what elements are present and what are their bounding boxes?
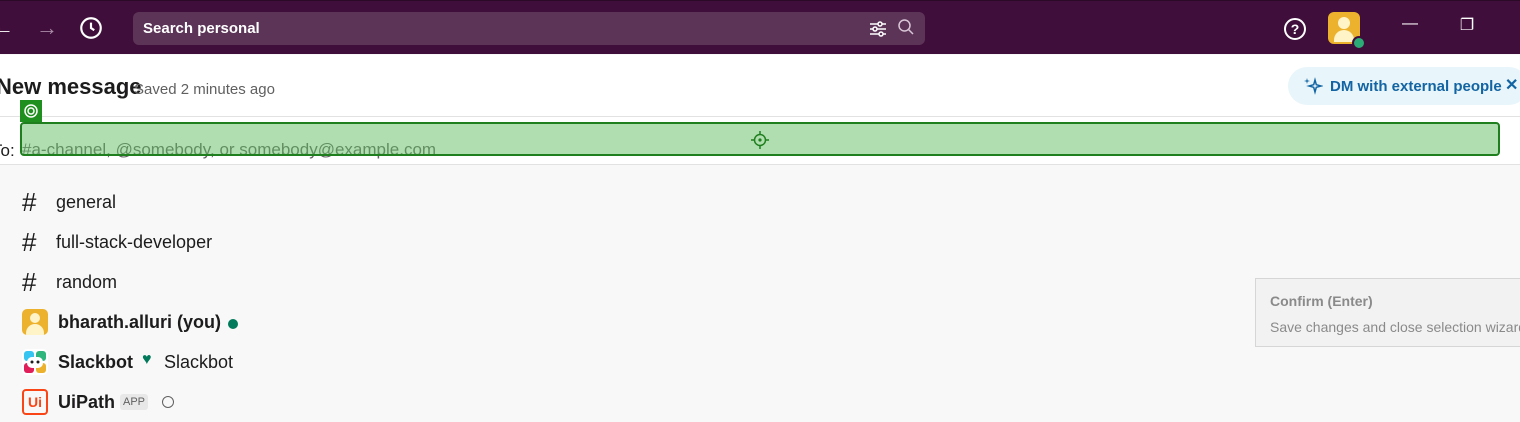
dm-pill-label: DM with external people: [1330, 78, 1502, 95]
page-title: New message: [0, 74, 142, 99]
minimize-icon[interactable]: —: [1395, 15, 1425, 33]
crosshair-icon: [751, 131, 769, 149]
uipath-logo-icon: Ui: [22, 389, 48, 415]
hash-icon: #: [22, 187, 37, 217]
status-ring-icon: [162, 396, 174, 408]
online-status-icon: [228, 319, 238, 329]
target-tag-icon: [20, 100, 42, 122]
channel-name: full-stack-developer: [56, 232, 213, 252]
slackbot-icon: [22, 349, 48, 375]
channel-name: random: [56, 272, 118, 292]
search-icon[interactable]: [897, 18, 915, 36]
restore-icon[interactable]: ❐: [1452, 15, 1482, 35]
to-label: To:: [0, 141, 15, 160]
tooltip-title: Confirm (Enter): [1270, 293, 1373, 309]
list-item-random[interactable]: # random: [22, 262, 622, 302]
user-avatar[interactable]: [1328, 12, 1366, 50]
history-icon[interactable]: [78, 15, 104, 41]
confirm-tooltip: Confirm (Enter) Save changes and close s…: [1255, 278, 1520, 347]
presence-indicator: [1352, 36, 1366, 50]
bot-name: Slackbot: [58, 352, 134, 372]
search-input[interactable]: Search personal: [133, 12, 925, 45]
top-bar: ← → Search personal ? — ❐: [0, 0, 1520, 54]
saved-status: Saved 2 minutes ago: [134, 81, 275, 98]
list-item-general[interactable]: # general: [22, 182, 622, 222]
help-icon[interactable]: ?: [1283, 17, 1307, 41]
filter-icon[interactable]: [869, 20, 887, 38]
sparkle-icon: [1304, 77, 1323, 95]
user-name: bharath.alluri (you): [58, 312, 222, 332]
search-placeholder: Search personal: [143, 20, 260, 37]
tooltip-description: Save changes and close selection wizard: [1270, 319, 1520, 335]
svg-text:?: ?: [1291, 21, 1300, 37]
user-avatar-icon: [22, 309, 48, 335]
channel-name: general: [56, 192, 117, 212]
back-arrow-icon[interactable]: ←: [0, 15, 16, 41]
forward-arrow-icon[interactable]: →: [34, 15, 60, 41]
message-header: New message Saved 2 minutes ago DM with …: [0, 55, 1520, 117]
close-icon[interactable]: ✕: [1505, 75, 1518, 95]
list-item-full-stack-developer[interactable]: # full-stack-developer: [22, 222, 622, 262]
hash-icon: #: [22, 227, 37, 257]
list-item-user[interactable]: bharath.alluri (you): [22, 302, 622, 342]
hash-icon: #: [22, 267, 37, 297]
heart-icon: ♥: [142, 351, 152, 368]
bot-display-name: Slackbot: [164, 352, 234, 372]
dm-external-button[interactable]: DM with external people ✕: [1288, 67, 1520, 105]
list-item-slackbot[interactable]: Slackbot ♥ Slackbot: [22, 342, 622, 382]
app-badge: APP: [120, 394, 149, 410]
list-item-uipath[interactable]: Ui UiPath APP: [22, 382, 622, 422]
